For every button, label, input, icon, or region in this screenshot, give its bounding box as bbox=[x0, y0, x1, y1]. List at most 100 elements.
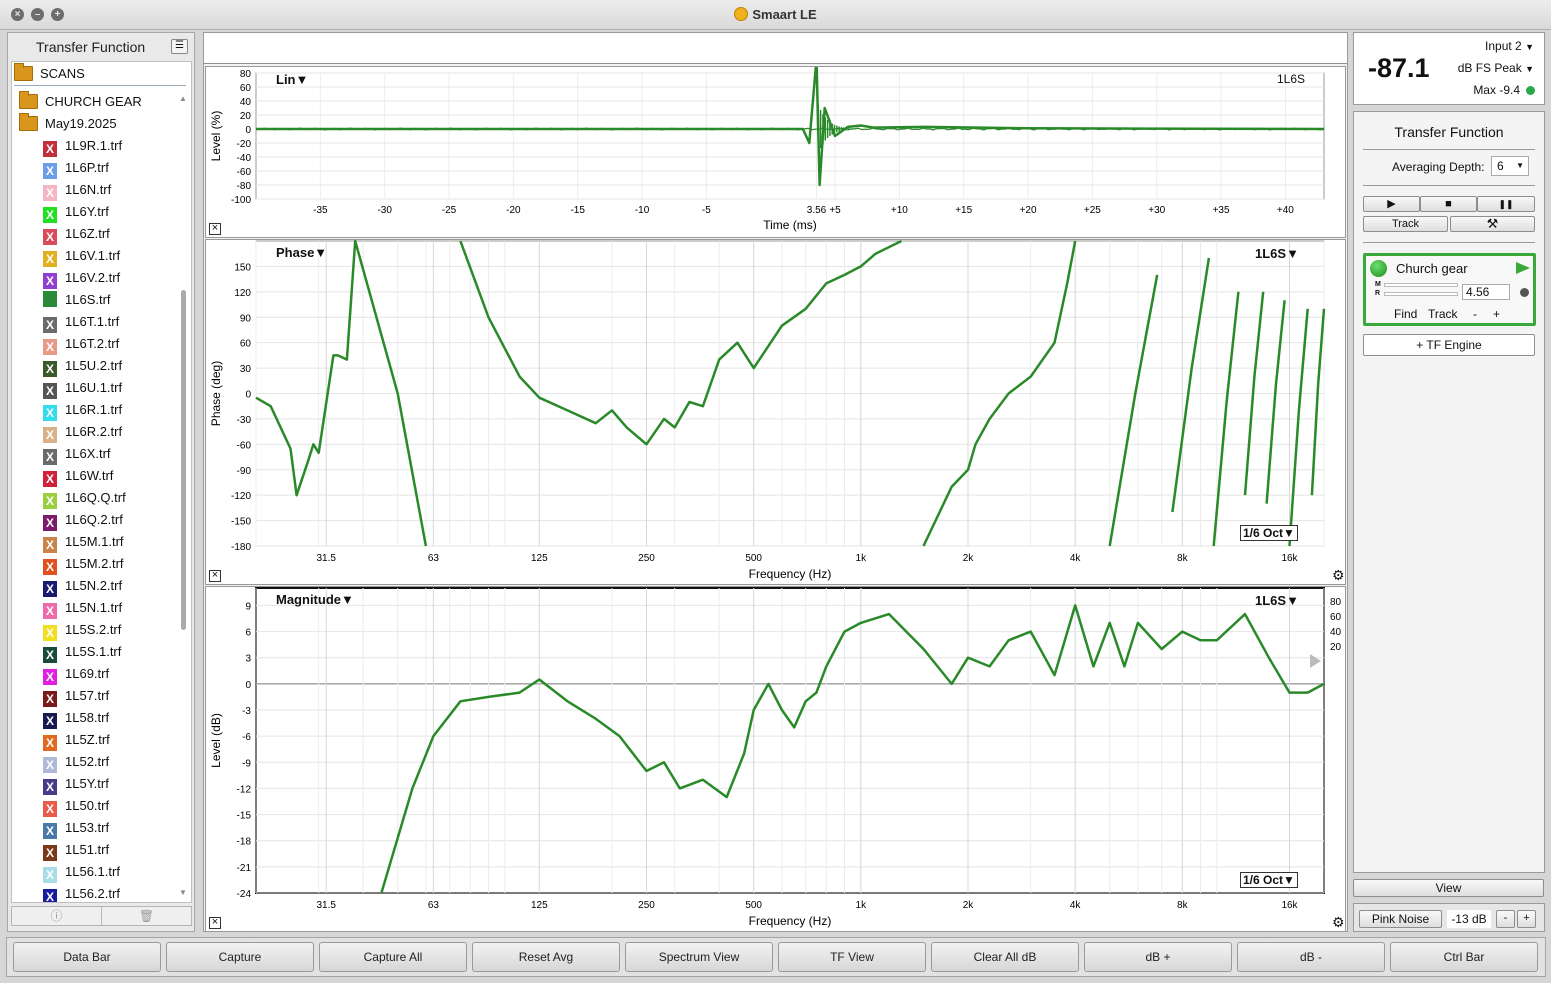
pause-button[interactable]: ❚❚ bbox=[1477, 196, 1535, 212]
list-item[interactable]: X 1L5U.2.trf bbox=[43, 355, 122, 377]
add-tf-engine-button[interactable]: + TF Engine bbox=[1363, 334, 1535, 356]
list-item[interactable]: X 1L57.trf bbox=[43, 685, 109, 707]
noise-level-down-button[interactable]: - bbox=[1496, 910, 1515, 928]
delay-minus-button[interactable]: - bbox=[1473, 307, 1477, 321]
track-delay-button[interactable]: Track bbox=[1428, 307, 1458, 321]
delay-plus-button[interactable]: + bbox=[1493, 307, 1500, 321]
list-item[interactable]: X 1L51.trf bbox=[43, 839, 109, 861]
trace-file-icon: X bbox=[43, 405, 57, 421]
list-item[interactable]: X 1L58.trf bbox=[43, 707, 109, 729]
find-delay-button[interactable]: Find bbox=[1394, 307, 1417, 321]
trace-file-icon: X bbox=[43, 845, 57, 861]
tf-view-button[interactable]: TF View bbox=[778, 942, 926, 972]
impulse-mode-selector[interactable]: Lin▼ bbox=[276, 72, 308, 87]
list-item[interactable]: X 1L56.2.trf bbox=[43, 883, 120, 902]
meter-unit-selector[interactable]: dB FS Peak ▼ bbox=[1458, 61, 1534, 75]
pink-noise-button[interactable]: Pink Noise bbox=[1359, 910, 1442, 928]
reset-avg-button[interactable]: Reset Avg bbox=[472, 942, 620, 972]
magnitude-trace-selector[interactable]: 1L6S▼ bbox=[1255, 593, 1299, 608]
list-item[interactable]: X 1L6V.1.trf bbox=[43, 245, 120, 267]
magnitude-mode-selector[interactable]: Magnitude▼ bbox=[276, 592, 354, 607]
list-item[interactable]: X 1L5M.2.trf bbox=[43, 553, 124, 575]
tools-icon[interactable]: ⚒ bbox=[1450, 216, 1535, 232]
scans-folder[interactable]: SCANS bbox=[14, 63, 85, 85]
list-item[interactable]: X 1L6R.2.trf bbox=[43, 421, 122, 443]
menu-icon[interactable]: ☰ bbox=[171, 39, 188, 54]
coherence-scale-handle[interactable] bbox=[1310, 654, 1321, 668]
phase-trace-selector[interactable]: 1L6S▼ bbox=[1255, 246, 1299, 261]
folder-may19-2025[interactable]: May19.2025 bbox=[19, 113, 117, 135]
list-item[interactable]: X 1L5M.1.trf bbox=[43, 531, 124, 553]
capture-button[interactable]: Capture bbox=[166, 942, 314, 972]
list-item[interactable]: X 1L6Y.trf bbox=[43, 201, 109, 223]
list-item[interactable]: X 1L6W.trf bbox=[43, 465, 113, 487]
close-plot-icon[interactable]: × bbox=[209, 917, 221, 929]
spectrum-view-button[interactable]: Spectrum View bbox=[625, 942, 773, 972]
noise-level-up-button[interactable]: + bbox=[1517, 910, 1536, 928]
list-item[interactable]: X 1L6N.trf bbox=[43, 179, 111, 201]
list-item[interactable]: X 1L69.trf bbox=[43, 663, 109, 685]
phase-mode-selector[interactable]: Phase▼ bbox=[276, 245, 327, 260]
file-browser-title: Transfer Function bbox=[36, 39, 146, 55]
x-tick-label: 1k bbox=[856, 553, 868, 564]
db-plus-button[interactable]: dB + bbox=[1084, 942, 1232, 972]
x-tick-label: 125 bbox=[531, 553, 548, 564]
x-tick-label: 16k bbox=[1281, 553, 1298, 564]
scrollbar-thumb[interactable] bbox=[181, 290, 186, 630]
clear-all-db-button[interactable]: Clear All dB bbox=[931, 942, 1079, 972]
delay-input[interactable]: 4.56 bbox=[1462, 284, 1510, 300]
engine-expand-icon[interactable] bbox=[1516, 262, 1530, 274]
phase-smoothing-selector[interactable]: 1/6 Oct▼ bbox=[1240, 525, 1298, 541]
averaging-label: Averaging Depth: bbox=[1392, 160, 1485, 174]
list-item[interactable]: X 1L6T.2.trf bbox=[43, 333, 119, 355]
play-button[interactable]: ▶ bbox=[1363, 196, 1420, 212]
file-list-scrollbar[interactable]: ▲ ▼ bbox=[178, 94, 188, 900]
ctrl-bar-button[interactable]: Ctrl Bar bbox=[1390, 942, 1538, 972]
list-item[interactable]: X 1L5S.2.trf bbox=[43, 619, 121, 641]
list-item[interactable]: X 1L5S.1.trf bbox=[43, 641, 121, 663]
list-item[interactable]: X 1L6V.2.trf bbox=[43, 267, 120, 289]
stop-button[interactable]: ■ bbox=[1420, 196, 1477, 212]
list-item[interactable]: X 1L5Y.trf bbox=[43, 773, 109, 795]
list-item[interactable]: X 1L6X.trf bbox=[43, 443, 111, 465]
input-selector[interactable]: Input 2 ▼ bbox=[1485, 39, 1534, 53]
list-item[interactable]: X 1L6U.1.trf bbox=[43, 377, 122, 399]
tf-engine-church-gear[interactable]: Church gear M R 4.56 Find Track - + bbox=[1363, 253, 1536, 326]
phase-plot[interactable]: 150 120 90 60 30 0 -30 -60 -90 -120 -150 -180 31.5 63… bbox=[205, 239, 1346, 585]
x-tick-label: 125 bbox=[531, 900, 548, 911]
settings-gear-icon[interactable]: ⚙ bbox=[1332, 567, 1345, 584]
info-icon[interactable]: ⓘ bbox=[12, 907, 101, 925]
view-button[interactable]: View bbox=[1353, 879, 1544, 897]
list-item[interactable]: X 1L5N.2.trf bbox=[43, 575, 122, 597]
list-item[interactable]: X 1L52.trf bbox=[43, 751, 109, 773]
list-item[interactable]: X 1L53.trf bbox=[43, 817, 109, 839]
list-item[interactable]: X 1L6R.1.trf bbox=[43, 399, 122, 421]
trace-file-icon: X bbox=[43, 801, 57, 817]
list-item[interactable]: X 1L5N.1.trf bbox=[43, 597, 122, 619]
close-plot-icon[interactable]: × bbox=[209, 223, 221, 235]
impulse-response-plot[interactable]: 80 60 40 20 0 -20 -40 -60 -80 -100 -35 -30 -25 -20 -15… bbox=[205, 66, 1346, 238]
db-minus-button[interactable]: dB - bbox=[1237, 942, 1385, 972]
list-item[interactable]: X 1L6Q.2.trf bbox=[43, 509, 123, 531]
trash-icon[interactable]: 🗑 bbox=[101, 907, 191, 925]
list-item[interactable]: X 1L6Q.Q.trf bbox=[43, 487, 126, 509]
capture-all-button[interactable]: Capture All bbox=[319, 942, 467, 972]
engine-on-indicator-icon[interactable] bbox=[1370, 260, 1387, 277]
data-bar-button[interactable]: Data Bar bbox=[13, 942, 161, 972]
list-item[interactable]: X 1L9R.1.trf bbox=[43, 135, 122, 157]
list-item[interactable]: X 1L56.1.trf bbox=[43, 861, 120, 883]
list-item[interactable]: X 1L5Z.trf bbox=[43, 729, 110, 751]
averaging-depth-select[interactable]: 6 ▼ bbox=[1491, 156, 1529, 176]
close-plot-icon[interactable]: × bbox=[209, 570, 221, 582]
magnitude-smoothing-selector[interactable]: 1/6 Oct▼ bbox=[1240, 872, 1298, 888]
list-item[interactable]: X 1L6Z.trf bbox=[43, 223, 110, 245]
magnitude-plot[interactable]: 9 6 3 0 -3 -6 -9 -12 -15 -18 -21 -24 80 60 40 20 31.5 63 1… bbox=[205, 586, 1346, 932]
list-item[interactable]: X 1L6T.1.trf bbox=[43, 311, 119, 333]
list-item[interactable]: X 1L50.trf bbox=[43, 795, 109, 817]
settings-gear-icon[interactable]: ⚙ bbox=[1332, 914, 1345, 931]
list-item[interactable]: X 1L6P.trf bbox=[43, 157, 109, 179]
track-button[interactable]: Track bbox=[1363, 216, 1448, 232]
x-tick-label: 31.5 bbox=[316, 900, 336, 911]
folder-church-gear[interactable]: CHURCH GEAR bbox=[19, 91, 142, 113]
list-item[interactable]: 1L6S.trf bbox=[43, 289, 111, 311]
